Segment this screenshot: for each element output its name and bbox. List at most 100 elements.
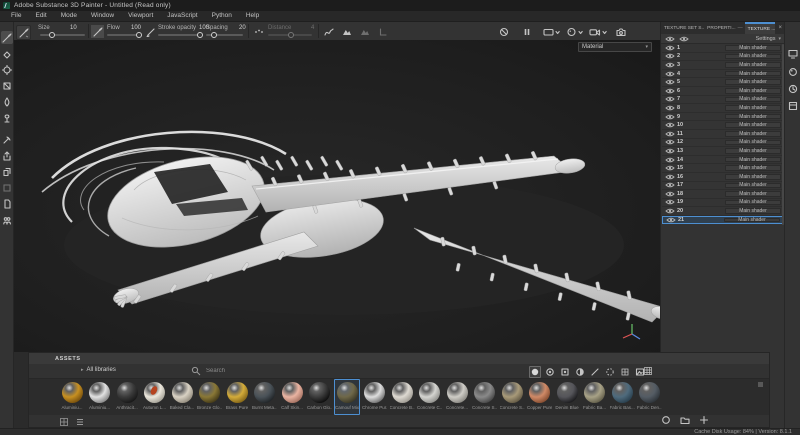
material-thumbnail[interactable]: Concrete S... [472,379,498,415]
physical-brush-button[interactable] [144,25,157,38]
layer-shader-dropdown[interactable]: Main shader [725,122,781,128]
layer-shader-dropdown[interactable]: Main shader [725,191,781,197]
menu-javascript[interactable]: JavaScript [160,11,204,21]
symmetry-toggle-icon[interactable] [497,25,510,38]
height-mode-icon[interactable] [340,25,353,38]
material-thumbnail[interactable]: Concrete C... [417,379,443,415]
material-thumbnail[interactable]: Anthracit... [114,379,140,415]
layer-shader-dropdown[interactable]: Main shader [725,183,781,189]
lazy-mouse-icon[interactable] [252,25,265,38]
document-tool[interactable] [1,197,13,210]
list-view-icon[interactable] [75,417,85,427]
layer-shader-dropdown[interactable]: Main shader [725,97,781,103]
shading-mode-dropdown[interactable]: Material ▾ [578,42,652,52]
menu-mode[interactable]: Mode [54,11,84,21]
layer-shader-dropdown[interactable]: Main shader [725,174,781,180]
layer-shader-dropdown[interactable]: Main shader [725,79,781,85]
brush-preset-button[interactable] [16,25,31,40]
viewport-layout-button[interactable] [542,25,560,38]
update-resources-icon[interactable] [661,415,671,425]
layer-shader-dropdown[interactable]: Main shader [725,148,781,154]
layer-row[interactable]: 10 Main shader [662,121,783,130]
solo-filter-icon[interactable] [679,34,689,44]
menu-viewport[interactable]: Viewport [121,11,160,21]
copy-tool[interactable] [1,165,13,178]
screenshot-button[interactable] [614,25,627,38]
material-thumbnail[interactable]: Chrome Pur... [362,379,388,415]
material-thumbnail[interactable]: Fabric Ba... [582,379,608,415]
stroke-opacity-slider[interactable] [158,34,201,36]
layer-shader-dropdown[interactable]: Main shader [725,105,781,111]
community-tool[interactable] [1,213,13,226]
layer-row[interactable]: 14 Main shader [662,156,783,165]
layer-row[interactable]: 3 Main shader [662,61,783,70]
layer-row[interactable]: 13 Main shader [662,147,783,156]
layer-row[interactable]: 18 Main shader [662,190,783,199]
layer-shader-dropdown[interactable]: Main shader [725,165,781,171]
material-preview-button[interactable] [565,25,583,38]
tab-properties[interactable]: PROPERTI... [704,22,735,34]
add-resource-icon[interactable] [699,415,709,425]
layer-row[interactable]: 19 Main shader [662,199,783,208]
material-thumbnail[interactable]: Concrete S... [499,379,525,415]
layer-row[interactable]: 6 Main shader [662,87,783,96]
material-thumbnail[interactable]: Denim Blue [554,379,580,415]
pause-engine-button[interactable] [520,25,533,38]
flow-slider[interactable] [107,34,140,36]
paint-mode-button[interactable] [91,25,104,38]
shader-settings-icon[interactable] [787,66,798,77]
polygon-fill-tool[interactable] [1,79,13,92]
material-thumbnail[interactable]: Aluminiu... [87,379,113,415]
layer-shader-dropdown[interactable]: Main shader [725,71,781,77]
material-thumbnail[interactable]: Baked Cla... [169,379,195,415]
stroke-profile-icon[interactable] [322,25,335,38]
materials-filter-icon[interactable] [529,366,541,378]
layer-shader-dropdown[interactable]: Main shader [725,62,781,68]
menu-help[interactable]: Help [239,11,266,21]
alphas-filter-icon[interactable] [604,366,616,378]
display-settings-icon[interactable] [787,48,798,59]
layer-shader-dropdown[interactable]: Main shader [725,54,781,60]
material-thumbnail[interactable]: Brass Pure [224,379,250,415]
size-slider[interactable] [40,34,85,36]
material-picker-tool[interactable] [1,133,13,146]
paint-tool[interactable] [1,31,13,44]
layer-row[interactable]: 2 Main shader [662,53,783,62]
layer-row[interactable]: 20 Main shader [662,207,783,216]
layer-row[interactable]: 11 Main shader [662,130,783,139]
layer-shader-dropdown[interactable]: Main shader [724,218,780,223]
material-thumbnail[interactable]: Autumn L... [142,379,168,415]
projection-tool[interactable] [1,63,13,76]
material-thumbnail[interactable]: Aluminiu... [59,379,85,415]
library-dropdown[interactable]: ▸ All libraries [81,367,116,373]
layer-row[interactable]: 15 Main shader [662,164,783,173]
layer-shader-dropdown[interactable]: Main shader [725,45,781,51]
menu-window[interactable]: Window [84,11,121,21]
material-thumbnail[interactable]: Concrete B... [389,379,415,415]
menu-python[interactable]: Python [205,11,239,21]
layer-row[interactable]: 16 Main shader [662,173,783,182]
material-thumbnail[interactable]: Burnt Meta... [252,379,278,415]
layer-shader-dropdown[interactable]: Main shader [725,200,781,206]
layer-shader-dropdown[interactable]: Main shader [725,114,781,120]
layer-shader-dropdown[interactable]: Main shader [725,208,781,214]
material-thumbnail[interactable]: Fabric Den... [637,379,663,415]
material-thumbnail[interactable]: Calf Skin... [279,379,305,415]
layer-row[interactable]: 17 Main shader [662,182,783,191]
3d-model[interactable] [14,40,660,352]
asset-search[interactable] [191,366,341,376]
smudge-tool[interactable] [1,95,13,108]
layer-shader-dropdown[interactable]: Main shader [725,131,781,137]
assets-header[interactable]: ASSETS [29,353,769,364]
axis-gizmo-icon[interactable] [623,324,640,339]
tab-texture[interactable]: TEXTURE ... [745,22,776,34]
texture-set-list-icon[interactable] [787,100,798,111]
settings-dropdown[interactable]: Settings ▾ [756,36,781,42]
brushes-filter-icon[interactable] [589,366,601,378]
material-thumbnail[interactable]: Copper Pure [527,379,553,415]
open-folder-icon[interactable] [680,415,690,425]
viewport-3d[interactable]: Material ▾ [14,40,660,352]
material-thumbnail[interactable]: Bronze Glo... [197,379,223,415]
layer-shader-dropdown[interactable]: Main shader [725,88,781,94]
layer-row[interactable]: 5 Main shader [662,78,783,87]
